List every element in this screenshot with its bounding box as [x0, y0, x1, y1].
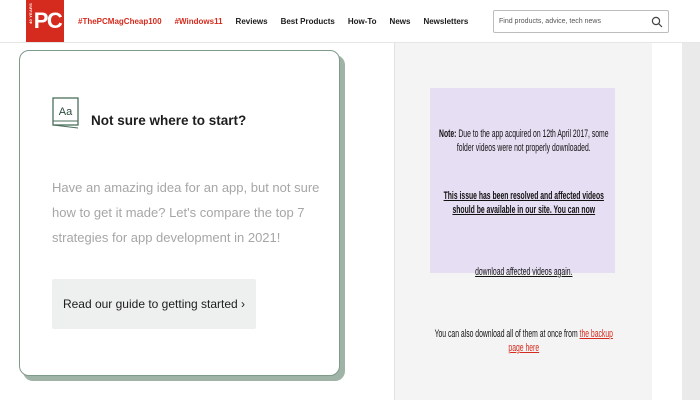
logo-years-badge: 40 YEARS	[28, 3, 33, 24]
notice-line-4: You can also download all of them at onc…	[432, 327, 616, 355]
card-title: Not sure where to start?	[91, 113, 247, 128]
search-icon[interactable]	[651, 16, 663, 28]
notice-line-2: This issue has been resolved and affecte…	[443, 190, 604, 216]
nav-item-news[interactable]: News	[390, 17, 411, 26]
site-header: 40 YEARS PC #ThePCMagCheap100 #Windows11…	[0, 0, 700, 43]
notice-text-1: Due to the app acquired on 12th April 20…	[456, 128, 609, 154]
page: 40 YEARS PC #ThePCMagCheap100 #Windows11…	[0, 0, 700, 400]
pcmag-logo[interactable]: 40 YEARS PC	[26, 0, 64, 42]
nav-item-best-products[interactable]: Best Products	[281, 17, 335, 26]
guide-button[interactable]: Read our guide to getting started ›	[52, 279, 256, 329]
notice-text-4: You can also download all of them at onc…	[434, 328, 578, 340]
card-description: Have an amazing idea for an app, but not…	[52, 180, 320, 245]
nav-item-newsletters[interactable]: Newsletters	[423, 17, 468, 26]
logo-text: PC	[33, 8, 63, 33]
notice-box	[430, 88, 615, 273]
icon-text: Aa	[59, 106, 73, 118]
notice-line-3[interactable]: download affected videos again.	[432, 265, 616, 279]
search-input[interactable]: Find products, advice, tech news	[493, 10, 669, 33]
scrollbar-track[interactable]	[682, 43, 700, 400]
promo-card: Aa Not sure where to start? Have an amaz…	[19, 50, 340, 376]
main-nav: #ThePCMagCheap100 #Windows11 Reviews Bes…	[78, 17, 481, 26]
nav-item-cheap100[interactable]: #ThePCMagCheap100	[78, 17, 162, 26]
dictionary-icon: Aa	[52, 97, 79, 129]
nav-item-windows11[interactable]: #Windows11	[175, 17, 223, 26]
notice-line-1: Note: Due to the app acquired on 12th Ap…	[432, 127, 616, 155]
search-placeholder: Find products, advice, tech news	[499, 18, 601, 25]
nav-item-reviews[interactable]: Reviews	[236, 17, 268, 26]
nav-item-how-to[interactable]: How-To	[348, 17, 377, 26]
notice-label: Note:	[439, 128, 457, 140]
